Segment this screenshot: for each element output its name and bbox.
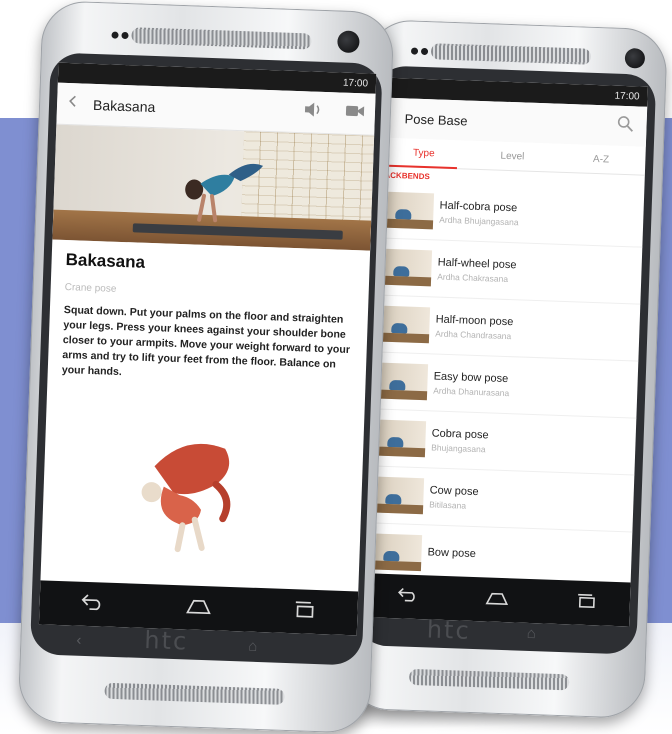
pose-sanskrit: Bhujangasana xyxy=(431,442,488,454)
pose-name: Half-cobra pose xyxy=(439,199,519,214)
pose-hero-photo xyxy=(52,125,374,251)
left-phone: 17:00 Bakasana Bakasana Crane pos xyxy=(18,0,395,734)
back-icon[interactable] xyxy=(397,586,420,608)
pose-heading: Bakasana xyxy=(65,250,356,280)
right-htc-logo: htc xyxy=(426,615,471,645)
home-icon[interactable] xyxy=(185,596,212,620)
pose-name: Easy bow pose xyxy=(434,370,510,385)
pose-list-item[interactable]: Easy bow poseArdha Dhanurasana xyxy=(371,352,639,418)
left-speaker-grill-bottom xyxy=(104,683,284,705)
pose-name: Cobra pose xyxy=(432,427,489,441)
back-icon[interactable] xyxy=(80,592,105,616)
left-speaker-grill-top xyxy=(131,27,311,49)
right-sensor-dot xyxy=(411,47,418,54)
pose-detail-title: Bakasana xyxy=(93,96,303,119)
right-hw-home-icon[interactable]: ⌂ xyxy=(526,625,536,642)
pose-sanskrit: Ardha Bhujangasana xyxy=(439,214,519,227)
left-hw-back-icon[interactable]: ‹ xyxy=(76,632,82,649)
search-icon[interactable] xyxy=(616,114,635,138)
status-time: 17:00 xyxy=(343,77,368,89)
left-screen: 17:00 Bakasana Bakasana Crane pos xyxy=(39,63,376,636)
right-front-camera xyxy=(625,48,646,69)
right-phone: 17:00 Pose Base Type Level A-Z BACKBENDS… xyxy=(344,19,668,719)
left-sensor-dot xyxy=(111,32,118,39)
tab-a-z[interactable]: A-Z xyxy=(557,152,646,166)
left-hw-home-icon[interactable]: ⌂ xyxy=(248,638,258,655)
chevron-left-icon[interactable] xyxy=(67,94,78,113)
pose-list-item[interactable]: Cow poseBitilasana xyxy=(367,466,635,532)
pose-sanskrit: Ardha Dhanurasana xyxy=(433,385,509,398)
pose-name: Half-moon pose xyxy=(435,313,513,328)
anatomy-illustration xyxy=(121,425,265,560)
speaker-icon[interactable] xyxy=(303,101,324,123)
practitioner-figure xyxy=(163,148,276,230)
pose-name: Cow pose xyxy=(430,484,479,498)
pose-list: Half-cobra poseArdha Bhujangasana Half-w… xyxy=(365,181,645,589)
right-speaker-grill-top xyxy=(431,43,591,65)
right-speaker-grill-bottom xyxy=(409,669,569,691)
right-screen: 17:00 Pose Base Type Level A-Z BACKBENDS… xyxy=(363,77,648,626)
right-sensor-dot xyxy=(421,48,428,55)
pose-list-item[interactable]: Half-wheel poseArdha Chakrasana xyxy=(374,238,642,304)
pose-sanskrit: Bitilasana xyxy=(429,499,478,511)
pose-sanskrit: Ardha Chandrasana xyxy=(435,328,513,341)
pose-detail-body: Bakasana Crane pose Squat down. Put your… xyxy=(47,240,370,399)
pose-name: Half-wheel pose xyxy=(437,256,516,271)
pose-list-item[interactable]: Half-cobra poseArdha Bhujangasana xyxy=(376,181,644,247)
right-nav-bar xyxy=(363,573,630,626)
video-camera-icon[interactable] xyxy=(345,104,366,124)
tab-type[interactable]: Type xyxy=(379,146,468,160)
pose-english-name: Crane pose xyxy=(64,282,354,303)
home-icon[interactable] xyxy=(485,589,510,611)
recent-apps-icon[interactable] xyxy=(292,600,317,624)
recent-apps-icon[interactable] xyxy=(575,592,598,614)
status-time: 17:00 xyxy=(614,90,639,102)
left-htc-logo: htc xyxy=(144,626,189,656)
pose-list-item[interactable]: Cobra poseBhujangasana xyxy=(369,409,637,475)
pose-instructions: Squat down. Put your palms on the floor … xyxy=(62,303,354,388)
left-front-camera xyxy=(337,30,360,53)
pose-name: Bow pose xyxy=(427,546,476,560)
pose-sanskrit: Ardha Chakrasana xyxy=(437,271,516,284)
pose-list-item[interactable]: Half-moon poseArdha Chandrasana xyxy=(373,295,641,361)
pose-sanskrit xyxy=(427,561,475,563)
pose-base-title: Pose Base xyxy=(404,111,616,133)
left-sensor-dot xyxy=(121,32,128,39)
tab-level[interactable]: Level xyxy=(468,149,557,163)
